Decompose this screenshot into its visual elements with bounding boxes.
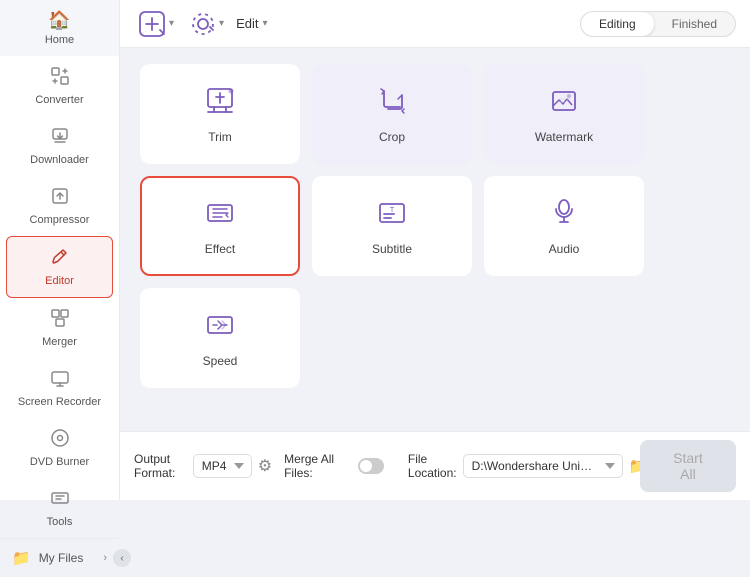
my-files-icon: 📁 xyxy=(12,549,31,567)
add-media-button[interactable]: ▾ xyxy=(134,8,178,40)
sidebar: 🏠 Home Converter Downloader Compressor E… xyxy=(0,0,120,500)
crop-card[interactable]: Crop xyxy=(312,64,472,164)
effect-label: Effect xyxy=(205,242,235,256)
file-location-label: File Location: xyxy=(408,452,457,480)
sidebar-item-merger[interactable]: Merger xyxy=(0,298,119,358)
toolbar: ▾ ▾ Edit ▾ Editing Finished xyxy=(120,0,750,48)
screen-recorder-icon xyxy=(50,368,70,393)
crop-icon xyxy=(376,85,408,122)
settings-arrow: ▾ xyxy=(219,18,224,29)
trim-icon xyxy=(204,85,236,122)
compressor-icon xyxy=(50,186,70,211)
editor-icon xyxy=(50,247,70,272)
output-format-select[interactable]: MP4 xyxy=(193,454,252,478)
merger-icon xyxy=(50,308,70,333)
watermark-icon xyxy=(548,85,580,122)
grid-row-3: Speed xyxy=(140,288,730,388)
edit-dropdown[interactable]: Edit ▾ xyxy=(236,16,267,31)
sidebar-item-downloader[interactable]: Downloader xyxy=(0,116,119,176)
downloader-icon xyxy=(50,126,70,151)
grid-row-1: Trim Crop xyxy=(140,64,730,164)
my-files-label: My Files xyxy=(39,551,84,565)
sidebar-item-screen-recorder[interactable]: Screen Recorder xyxy=(0,358,119,418)
edit-dropdown-arrow: ▾ xyxy=(262,18,267,29)
settings-button[interactable]: ▾ xyxy=(186,9,228,39)
subtitle-card[interactable]: T Subtitle xyxy=(312,176,472,276)
sidebar-item-home[interactable]: 🏠 Home xyxy=(0,0,119,56)
watermark-card[interactable]: Watermark xyxy=(484,64,644,164)
add-media-arrow: ▾ xyxy=(169,18,174,29)
sidebar-item-my-files[interactable]: 📁 My Files › xyxy=(0,539,119,577)
trim-label: Trim xyxy=(208,130,232,144)
output-format-field: Output Format: MP4 ⚙ xyxy=(134,452,272,480)
sidebar-item-label: Compressor xyxy=(30,214,90,226)
sidebar-item-label: Merger xyxy=(42,336,77,348)
audio-icon xyxy=(548,197,580,234)
sidebar-item-editor[interactable]: Editor xyxy=(6,236,113,298)
subtitle-label: Subtitle xyxy=(372,242,412,256)
sidebar-item-compressor[interactable]: Compressor xyxy=(0,176,119,236)
merge-all-field: Merge All Files: xyxy=(284,452,384,480)
sidebar-item-label: Downloader xyxy=(30,154,89,166)
effect-icon xyxy=(204,197,236,234)
sidebar-item-label: Screen Recorder xyxy=(18,396,101,408)
sidebar-item-label: Tools xyxy=(47,516,73,528)
tab-finished[interactable]: Finished xyxy=(654,12,735,36)
sidebar-item-label: Home xyxy=(45,34,74,46)
sidebar-item-converter[interactable]: Converter xyxy=(0,56,119,116)
sidebar-collapse-button[interactable]: ‹ xyxy=(113,549,131,567)
output-format-label: Output Format: xyxy=(134,452,187,480)
main-area: ▾ ▾ Edit ▾ Editing Finished xyxy=(120,0,750,500)
speed-card[interactable]: Speed xyxy=(140,288,300,388)
effect-card[interactable]: Effect xyxy=(140,176,300,276)
converter-icon xyxy=(50,66,70,91)
sidebar-item-dvd-burner[interactable]: DVD Burner xyxy=(0,418,119,478)
tab-group: Editing Finished xyxy=(580,11,736,37)
audio-label: Audio xyxy=(549,242,580,256)
subtitle-icon: T xyxy=(376,197,408,234)
watermark-label: Watermark xyxy=(535,130,593,144)
speed-icon xyxy=(204,309,236,346)
speed-label: Speed xyxy=(203,354,238,368)
tools-icon xyxy=(50,488,70,513)
file-location-field: File Location: D:\Wondershare UniConvert… xyxy=(408,452,628,480)
home-icon: 🏠 xyxy=(48,10,70,31)
file-location-select[interactable]: D:\Wondershare UniConverter xyxy=(463,454,623,478)
sidebar-item-label: Editor xyxy=(45,275,74,287)
merge-toggle-switch[interactable] xyxy=(358,458,384,474)
crop-label: Crop xyxy=(379,130,405,144)
start-all-button[interactable]: Start All xyxy=(640,440,736,492)
output-settings-icon[interactable]: ⚙ xyxy=(258,456,272,476)
sidebar-item-label: DVD Burner xyxy=(30,456,89,468)
sidebar-item-tools[interactable]: Tools xyxy=(0,478,119,538)
sidebar-bottom: 📁 My Files › ‹ xyxy=(0,538,119,577)
svg-text:T: T xyxy=(390,207,395,214)
tab-editing[interactable]: Editing xyxy=(581,12,654,36)
grid-row-2: Effect T Subtitle xyxy=(140,176,730,276)
editing-grid: Trim Crop xyxy=(120,48,750,431)
bottom-bar: Output Format: MP4 ⚙ Merge All Files: Fi… xyxy=(120,431,750,500)
edit-label: Edit xyxy=(236,16,258,31)
sidebar-item-label: Converter xyxy=(35,94,83,106)
trim-card[interactable]: Trim xyxy=(140,64,300,164)
audio-card[interactable]: Audio xyxy=(484,176,644,276)
dvd-burner-icon xyxy=(50,428,70,453)
my-files-arrow: › xyxy=(103,552,107,564)
merge-all-label: Merge All Files: xyxy=(284,452,351,480)
